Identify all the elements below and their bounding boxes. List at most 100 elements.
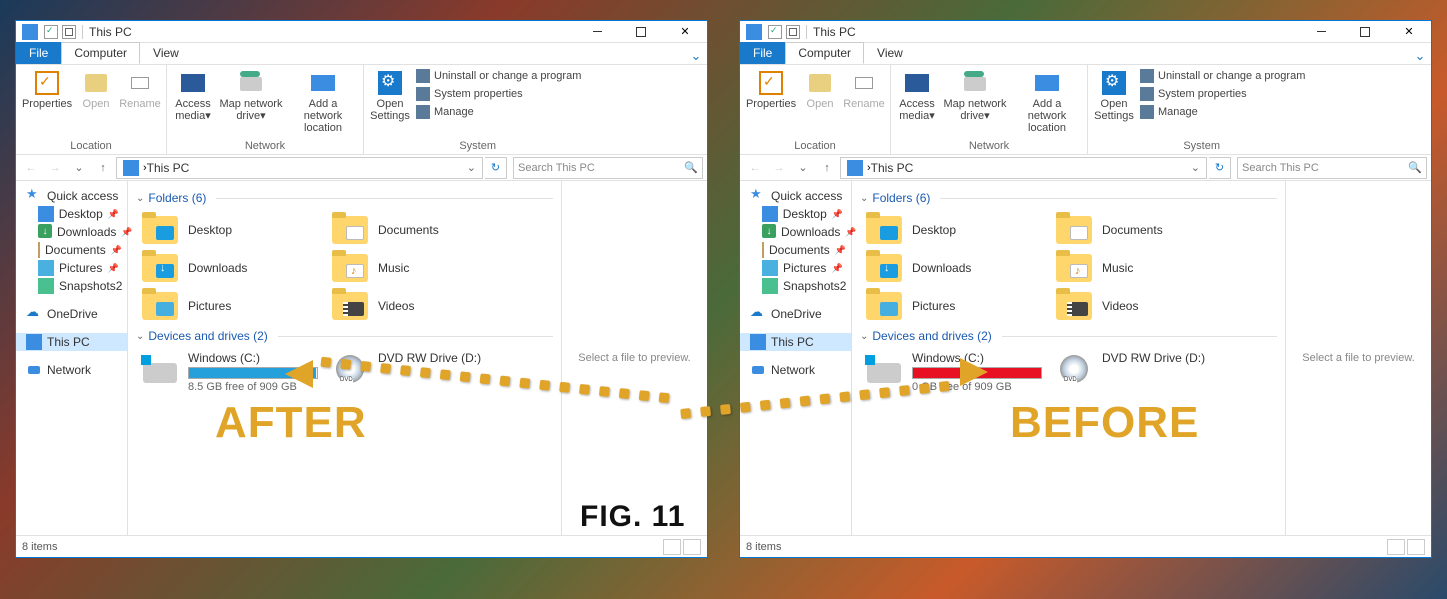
ribbon-help-icon[interactable]: ⌄ — [1409, 48, 1431, 64]
rename-button[interactable]: Rename — [844, 67, 884, 110]
minimize-button[interactable] — [1299, 21, 1343, 43]
nav-downloads[interactable]: Downloads📌 — [16, 223, 127, 241]
nav-snapshots[interactable]: Snapshots2 — [740, 277, 851, 295]
qat-new-icon[interactable] — [786, 25, 800, 39]
nav-pictures[interactable]: Pictures📌 — [740, 259, 851, 277]
qat-prop-icon[interactable] — [768, 25, 782, 39]
qat-new-icon[interactable] — [62, 25, 76, 39]
properties-button[interactable]: Properties — [22, 67, 72, 110]
tab-view[interactable]: View — [864, 42, 916, 64]
dvd-icon — [1054, 351, 1094, 387]
nav-quick-access[interactable]: Quick access — [16, 187, 127, 205]
access-media-button[interactable]: Access media▾ — [897, 67, 937, 122]
nav-desktop[interactable]: Desktop📌 — [16, 205, 127, 223]
tab-file[interactable]: File — [740, 42, 785, 64]
forward-button[interactable]: → — [768, 157, 790, 179]
section-folders[interactable]: Folders (6) — [860, 191, 1277, 205]
drive-d[interactable]: DVD RW Drive (D:) — [1050, 349, 1240, 395]
nav-desktop[interactable]: Desktop📌 — [740, 205, 851, 223]
recent-button[interactable]: ⌄ — [792, 157, 814, 179]
recent-button[interactable]: ⌄ — [68, 157, 90, 179]
uninstall-button[interactable]: Uninstall or change a program — [1140, 69, 1305, 83]
properties-button[interactable]: Properties — [746, 67, 796, 110]
tab-computer[interactable]: Computer — [61, 42, 140, 64]
tile-documents[interactable]: Documents — [1050, 211, 1240, 249]
maximize-button[interactable] — [1343, 21, 1387, 43]
add-network-location-button[interactable]: Add a network location — [1013, 67, 1081, 134]
manage-button[interactable]: Manage — [416, 105, 581, 119]
address-dropdown-icon[interactable]: ⌄ — [1187, 161, 1204, 174]
tile-desktop[interactable]: Desktop — [860, 211, 1050, 249]
tab-view[interactable]: View — [140, 42, 192, 64]
nav-this-pc[interactable]: This PC — [16, 333, 127, 351]
open-settings-button[interactable]: Open Settings — [1094, 67, 1134, 122]
nav-downloads[interactable]: Downloads📌 — [740, 223, 851, 241]
tile-downloads[interactable]: Downloads — [860, 249, 1050, 287]
close-button[interactable] — [663, 21, 707, 43]
map-drive-button[interactable]: Map network drive▾ — [217, 67, 285, 122]
address-bar[interactable]: › This PC ⌄ — [116, 157, 483, 179]
up-button[interactable]: ↑ — [92, 157, 114, 179]
address-dropdown-icon[interactable]: ⌄ — [463, 161, 480, 174]
tile-music[interactable]: Music — [326, 249, 516, 287]
tile-desktop[interactable]: Desktop — [136, 211, 326, 249]
maximize-button[interactable] — [619, 21, 663, 43]
search-input[interactable]: Search This PC 🔍 — [1237, 157, 1427, 179]
back-button[interactable]: ← — [20, 157, 42, 179]
nav-onedrive[interactable]: OneDrive — [740, 305, 851, 323]
details-view-button[interactable] — [1387, 539, 1405, 555]
uninstall-button[interactable]: Uninstall or change a program — [416, 69, 581, 83]
group-label: Location — [70, 140, 112, 154]
add-network-location-button[interactable]: Add a network location — [289, 67, 357, 134]
tile-videos[interactable]: Videos — [326, 287, 516, 325]
details-view-button[interactable] — [663, 539, 681, 555]
tiles-view-button[interactable] — [1407, 539, 1425, 555]
pin-icon: 📌 — [832, 209, 847, 220]
nav-onedrive[interactable]: OneDrive — [16, 305, 127, 323]
tile-music[interactable]: Music — [1050, 249, 1240, 287]
tiles-view-button[interactable] — [683, 539, 701, 555]
nav-documents[interactable]: Documents📌 — [16, 241, 127, 259]
qat-prop-icon[interactable] — [44, 25, 58, 39]
tab-file[interactable]: File — [16, 42, 61, 64]
minimize-button[interactable] — [575, 21, 619, 43]
nav-network[interactable]: Network — [16, 361, 127, 379]
pc-icon — [750, 334, 766, 350]
address-bar[interactable]: › This PC ⌄ — [840, 157, 1207, 179]
tab-computer[interactable]: Computer — [785, 42, 864, 64]
nav-snapshots[interactable]: Snapshots2 — [16, 277, 127, 295]
nav-pictures[interactable]: Pictures📌 — [16, 259, 127, 277]
close-button[interactable] — [1387, 21, 1431, 43]
ribbon-group-system: Open Settings Uninstall or change a prog… — [364, 65, 591, 154]
up-button[interactable]: ↑ — [816, 157, 838, 179]
forward-button[interactable]: → — [44, 157, 66, 179]
back-button[interactable]: ← — [744, 157, 766, 179]
system-properties-button[interactable]: System properties — [416, 87, 581, 101]
manage-button[interactable]: Manage — [1140, 105, 1305, 119]
access-media-button[interactable]: Access media▾ — [173, 67, 213, 122]
rename-button[interactable]: Rename — [120, 67, 160, 110]
tile-documents[interactable]: Documents — [326, 211, 516, 249]
tile-videos[interactable]: Videos — [1050, 287, 1240, 325]
nav-quick-access[interactable]: Quick access — [740, 187, 851, 205]
tile-pictures[interactable]: Pictures — [136, 287, 326, 325]
section-drives[interactable]: Devices and drives (2) — [136, 329, 553, 343]
nav-this-pc[interactable]: This PC — [740, 333, 851, 351]
search-input[interactable]: Search This PC 🔍 — [513, 157, 703, 179]
nav-network[interactable]: Network — [740, 361, 851, 379]
tile-downloads[interactable]: Downloads — [136, 249, 326, 287]
section-folders[interactable]: Folders (6) — [136, 191, 553, 205]
open-button[interactable]: Open — [76, 67, 116, 110]
refresh-button[interactable]: ↻ — [1209, 157, 1231, 179]
section-drives[interactable]: Devices and drives (2) — [860, 329, 1277, 343]
tile-pictures[interactable]: Pictures — [860, 287, 1050, 325]
system-properties-button[interactable]: System properties — [1140, 87, 1305, 101]
refresh-button[interactable]: ↻ — [485, 157, 507, 179]
open-settings-button[interactable]: Open Settings — [370, 67, 410, 122]
open-button[interactable]: Open — [800, 67, 840, 110]
folder-tiles: Desktop Documents Downloads Music Pictur… — [860, 211, 1277, 325]
group-label: Location — [794, 140, 836, 154]
ribbon-help-icon[interactable]: ⌄ — [685, 48, 707, 64]
map-drive-button[interactable]: Map network drive▾ — [941, 67, 1009, 122]
nav-documents[interactable]: Documents📌 — [740, 241, 851, 259]
